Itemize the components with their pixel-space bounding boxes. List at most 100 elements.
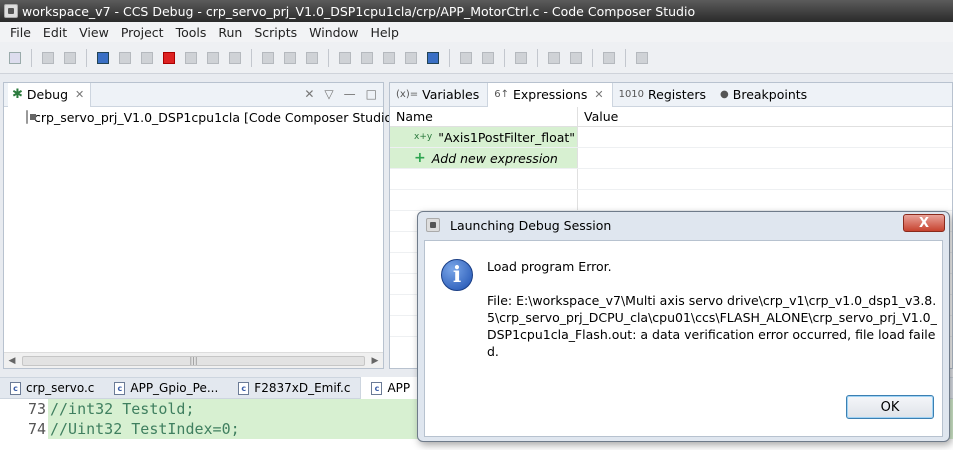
build-icon[interactable]: [512, 49, 530, 67]
maximize-icon[interactable]: □: [366, 87, 377, 101]
menu-tools[interactable]: Tools: [170, 25, 213, 40]
tools-icon[interactable]: [633, 49, 651, 67]
ok-button[interactable]: OK: [846, 395, 934, 419]
toolbar-separator: [328, 48, 329, 67]
close-button[interactable]: X: [903, 214, 945, 232]
close-tab-icon[interactable]: ✕: [594, 88, 603, 101]
terminate-icon[interactable]: [160, 49, 178, 67]
dialog-body: i Load program Error. File: E:\workspace…: [424, 240, 943, 437]
breakpoint-icon[interactable]: [336, 49, 354, 67]
menu-view[interactable]: View: [73, 25, 115, 40]
toolbar-separator: [449, 48, 450, 67]
toolbar-separator: [537, 48, 538, 67]
scroll-left-icon[interactable]: ◀: [4, 356, 20, 366]
skip-breakpoints-icon[interactable]: [358, 49, 376, 67]
editor-tab-label: APP: [387, 381, 411, 395]
menu-project[interactable]: Project: [115, 25, 170, 40]
scroll-right-icon[interactable]: ▶: [367, 356, 383, 366]
launch-config-icon: [26, 110, 36, 124]
debug-tree-item[interactable]: crp_servo_prj_V1.0_DSP1cpu1cla [Code Com…: [4, 107, 392, 127]
add-expression-row[interactable]: + Add new expression: [390, 148, 952, 169]
save-icon[interactable]: [39, 49, 57, 67]
column-value[interactable]: Value: [578, 107, 618, 126]
registers-icon: 1010: [618, 89, 645, 100]
step-return-icon[interactable]: [226, 49, 244, 67]
line-number: 74: [0, 420, 48, 438]
tab-expressions-label: Expressions: [512, 87, 588, 102]
editor-tab-app-gpio[interactable]: c APP_Gpio_Pe...: [104, 377, 228, 399]
remove-all-terminated-icon[interactable]: ✕: [304, 87, 314, 101]
tab-breakpoints[interactable]: ● Breakpoints: [714, 83, 815, 107]
ccs-app-icon: [426, 218, 440, 232]
menu-file[interactable]: File: [4, 25, 37, 40]
restart-icon[interactable]: [303, 49, 321, 67]
add-expression-label: Add new expression: [431, 150, 558, 166]
toolbar-separator: [251, 48, 252, 67]
main-toolbar: [0, 42, 953, 74]
tab-debug-label: Debug: [26, 87, 69, 102]
toolbar-separator: [504, 48, 505, 67]
scrollbar-thumb[interactable]: |||: [22, 355, 365, 366]
load-icon[interactable]: [380, 49, 398, 67]
tab-registers-label: Registers: [648, 87, 707, 102]
dialog-title-bar: Launching Debug Session X: [418, 212, 949, 238]
tab-expressions[interactable]: 6↑ Expressions ✕: [487, 82, 613, 107]
info-icon: i: [441, 259, 473, 291]
expression-row[interactable]: x+y "Axis1PostFilter_float": [390, 127, 952, 148]
tab-breakpoints-label: Breakpoints: [732, 87, 808, 102]
run-config-icon[interactable]: [424, 49, 442, 67]
debug-tree-item-label: crp_servo_prj_V1.0_DSP1cpu1cla [Code Com…: [34, 109, 393, 125]
editor-tab-crp-servo[interactable]: c crp_servo.c: [0, 377, 104, 399]
minimize-icon[interactable]: —: [344, 87, 356, 101]
c-file-icon: c: [371, 381, 383, 395]
close-tab-icon[interactable]: ✕: [75, 88, 84, 101]
assembly-step-icon[interactable]: [259, 49, 277, 67]
debug-view-tools: ✕ ▽ — □: [304, 87, 377, 101]
variables-icon: (x)=: [396, 89, 419, 100]
step-mode-icon[interactable]: [457, 49, 475, 67]
window-title: workspace_v7 - CCS Debug - crp_servo_prj…: [22, 3, 696, 19]
step-into-icon[interactable]: [182, 49, 200, 67]
step-over-icon[interactable]: [204, 49, 222, 67]
tab-debug[interactable]: ✱ Debug ✕: [8, 82, 92, 107]
memory-icon[interactable]: [545, 49, 563, 67]
expression-variable-icon: x+y: [414, 132, 433, 142]
new-icon[interactable]: [6, 49, 24, 67]
editor-tab-label: crp_servo.c: [26, 381, 95, 395]
c-file-icon: c: [10, 381, 21, 395]
tab-registers[interactable]: 1010 Registers: [613, 83, 714, 107]
disconnect-icon[interactable]: [479, 49, 497, 67]
menu-bar: File Edit View Project Tools Run Scripts…: [0, 22, 953, 42]
menu-help[interactable]: Help: [364, 25, 405, 40]
editor-tab-app-motorctrl[interactable]: c APP: [360, 377, 422, 399]
menu-edit[interactable]: Edit: [37, 25, 73, 40]
terminal-icon[interactable]: [94, 49, 112, 67]
dialog-title: Launching Debug Session: [450, 217, 612, 233]
empty-row: [390, 190, 952, 211]
error-title: Load program Error.: [487, 259, 612, 274]
editor-tab-f2837xd-emif[interactable]: c F2837xD_Emif.c: [228, 377, 360, 399]
empty-row: [390, 169, 952, 190]
title-bar: workspace_v7 - CCS Debug - crp_servo_prj…: [0, 0, 953, 22]
expressions-icon: 6↑: [494, 89, 509, 100]
connect-icon[interactable]: [402, 49, 420, 67]
menu-scripts[interactable]: Scripts: [248, 25, 303, 40]
menu-run[interactable]: Run: [212, 25, 248, 40]
suspend-icon[interactable]: [138, 49, 156, 67]
debug-config-icon[interactable]: [600, 49, 618, 67]
resume-icon[interactable]: [116, 49, 134, 67]
column-name[interactable]: Name: [390, 107, 578, 126]
right-view-tabs: (x)= Variables 6↑ Expressions ✕ 1010 Reg…: [390, 82, 952, 107]
view-menu-icon[interactable]: ▽: [324, 87, 333, 101]
launching-debug-session-dialog: Launching Debug Session X i Load program…: [417, 211, 950, 442]
toolbar-separator: [592, 48, 593, 67]
editor-tab-label: F2837xD_Emif.c: [254, 381, 351, 395]
reset-icon[interactable]: [281, 49, 299, 67]
save-all-icon[interactable]: [61, 49, 79, 67]
tab-variables[interactable]: (x)= Variables: [390, 83, 487, 107]
breakpoints-icon: ●: [720, 89, 729, 100]
expression-name: "Axis1PostFilter_float": [438, 129, 576, 145]
search-icon[interactable]: [567, 49, 585, 67]
horizontal-scrollbar[interactable]: ◀ ||| ▶: [4, 352, 383, 368]
menu-window[interactable]: Window: [303, 25, 364, 40]
